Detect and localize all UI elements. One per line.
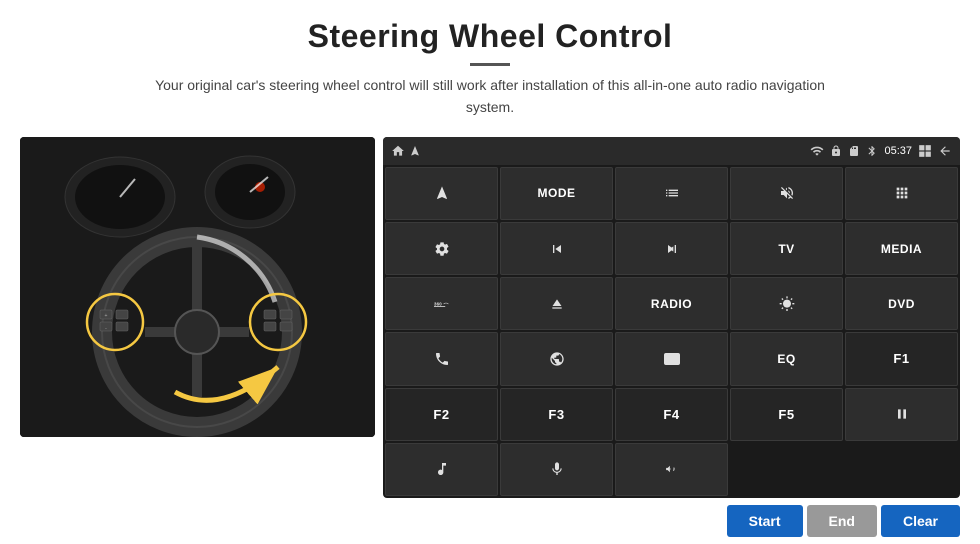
subtitle: Your original car's steering wheel contr…	[140, 74, 840, 119]
btn-apps[interactable]	[845, 167, 958, 220]
nav-icon	[409, 145, 421, 157]
btn-media[interactable]: MEDIA	[845, 222, 958, 275]
end-button[interactable]: End	[807, 505, 877, 537]
btn-vol-phone[interactable]: /	[615, 443, 728, 496]
clear-button[interactable]: Clear	[881, 505, 960, 537]
control-panel: 05:37	[383, 137, 960, 498]
btn-f3[interactable]: F3	[500, 388, 613, 441]
btn-brightness[interactable]	[730, 277, 843, 330]
btn-tv[interactable]: TV	[730, 222, 843, 275]
wifi-icon	[810, 144, 824, 158]
btn-360[interactable]: 360	[385, 277, 498, 330]
panel-grid: MODE TV	[383, 165, 960, 498]
steering-wheel-bg: + -	[20, 137, 375, 437]
btn-prev[interactable]	[500, 222, 613, 275]
btn-nav[interactable]	[385, 167, 498, 220]
btn-mute[interactable]	[730, 167, 843, 220]
bluetooth-icon	[866, 145, 878, 157]
back-icon	[938, 144, 952, 158]
steering-wheel-svg: + -	[20, 137, 375, 437]
btn-f1[interactable]: F1	[845, 332, 958, 385]
btn-dvd[interactable]: DVD	[845, 277, 958, 330]
sd-icon	[848, 145, 860, 157]
btn-list[interactable]	[615, 167, 728, 220]
btn-f4[interactable]: F4	[615, 388, 728, 441]
status-bar: 05:37	[383, 137, 960, 165]
btn-f5[interactable]: F5	[730, 388, 843, 441]
action-bar: Start End Clear	[0, 498, 980, 544]
start-button[interactable]: Start	[727, 505, 803, 537]
header-section: Steering Wheel Control Your original car…	[0, 0, 980, 127]
btn-globe[interactable]	[500, 332, 613, 385]
btn-mode[interactable]: MODE	[500, 167, 613, 220]
home-icon	[391, 144, 405, 158]
svg-text:360: 360	[434, 301, 442, 306]
time-display: 05:37	[884, 145, 912, 157]
btn-music[interactable]	[385, 443, 498, 496]
svg-text:+: +	[105, 313, 108, 319]
btn-eject[interactable]	[500, 277, 613, 330]
status-right: 05:37	[810, 144, 952, 158]
title-divider	[470, 63, 510, 66]
btn-phone[interactable]	[385, 332, 498, 385]
btn-rect[interactable]	[615, 332, 728, 385]
status-left	[391, 144, 421, 158]
btn-mic[interactable]	[500, 443, 613, 496]
btn-f2[interactable]: F2	[385, 388, 498, 441]
btn-settings[interactable]	[385, 222, 498, 275]
btn-eq[interactable]: EQ	[730, 332, 843, 385]
page-container: Steering Wheel Control Your original car…	[0, 0, 980, 544]
btn-play-pause[interactable]	[845, 388, 958, 441]
page-title: Steering Wheel Control	[40, 18, 940, 55]
btn-radio[interactable]: RADIO	[615, 277, 728, 330]
windows-icon	[918, 144, 932, 158]
content-section: + -	[0, 127, 980, 498]
btn-next[interactable]	[615, 222, 728, 275]
steering-wheel-image: + -	[20, 137, 375, 437]
lock-icon	[830, 145, 842, 157]
